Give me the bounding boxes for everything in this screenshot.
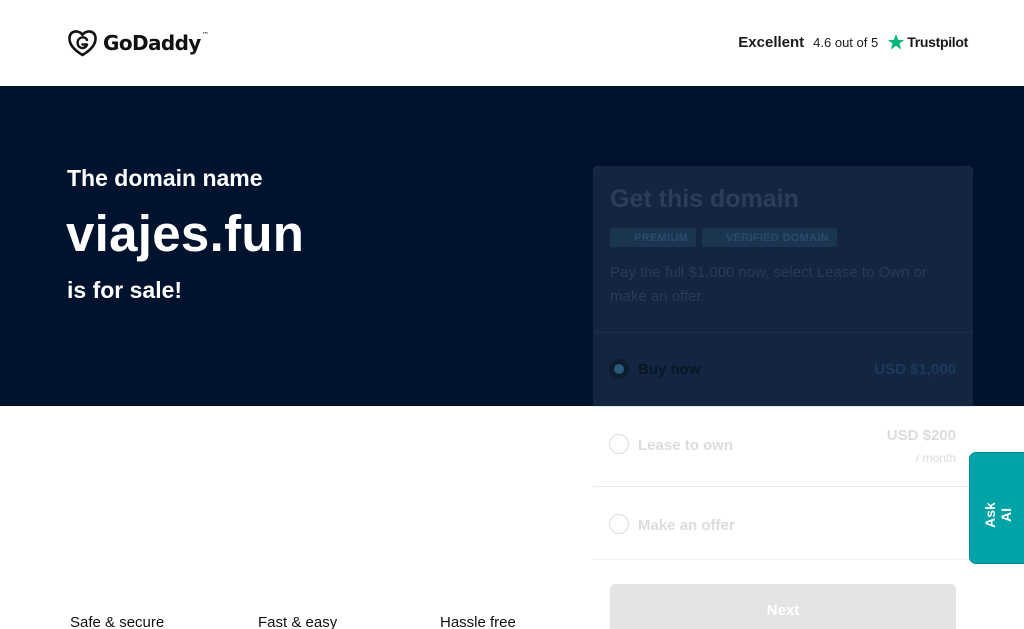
trust-score: 4.6 out of 5 [813,34,879,50]
verified-domain-badge: VERIFIED DOMAIN [702,228,837,247]
feature-safe-secure: Safe & secure [70,614,165,629]
buy-now-price: USD $1,000 [874,361,956,378]
buy-now-label: Buy now [638,361,701,378]
make-offer-label: Make an offer [638,517,735,534]
lease-to-own-label: Lease to own [638,437,734,454]
hero-suffix: is for sale! [67,277,183,303]
option-make-offer[interactable]: Make an offer [593,486,973,560]
trustpilot-wordmark: Trustpilot [907,34,968,50]
lease-to-own-radio[interactable] [609,434,629,454]
godaddy-logo-icon [68,30,97,57]
feature-hassle-free: Hassle free [440,614,516,629]
next-button[interactable]: Next [610,584,956,629]
trustpilot-rating[interactable]: Excellent 4.6 out of 5 Trustpilot [738,30,968,54]
trust-rating-label: Excellent [738,33,805,51]
purchase-card-title: Get this domain [610,185,799,213]
make-offer-radio[interactable] [609,514,629,534]
lease-to-own-period: / month [915,451,956,465]
godaddy-logo[interactable]: GoDaddy™ [67,28,209,58]
buy-now-radio[interactable] [609,359,629,379]
godaddy-wordmark: GoDaddy™ [103,31,209,55]
purchase-card-description: Pay the full $1,000 now, select Lease to… [610,264,927,305]
option-buy-now[interactable]: Buy now USD $1,000 [593,332,973,406]
option-lease-to-own[interactable]: Lease to own USD $200 / month [593,406,973,486]
premium-badge: PREMIUM [610,228,697,247]
purchase-card: Get this domain PREMIUM VERIFIED DOMAIN … [593,166,973,629]
feature-fast-easy: Fast & easy [258,614,338,629]
trustpilot-star-icon [887,34,905,50]
lease-to-own-price: USD $200 [886,427,956,444]
ask-ai-label: Ask AI [982,502,1014,528]
ask-ai-tab[interactable]: Ask AI [969,452,1024,564]
site-header: GoDaddy™ Excellent 4.6 out of 5 Trustpil… [0,0,1024,86]
radio-selected-dot [614,364,624,374]
domain-name: viajes.fun [66,205,305,262]
hero-kicker: The domain name [67,165,263,191]
